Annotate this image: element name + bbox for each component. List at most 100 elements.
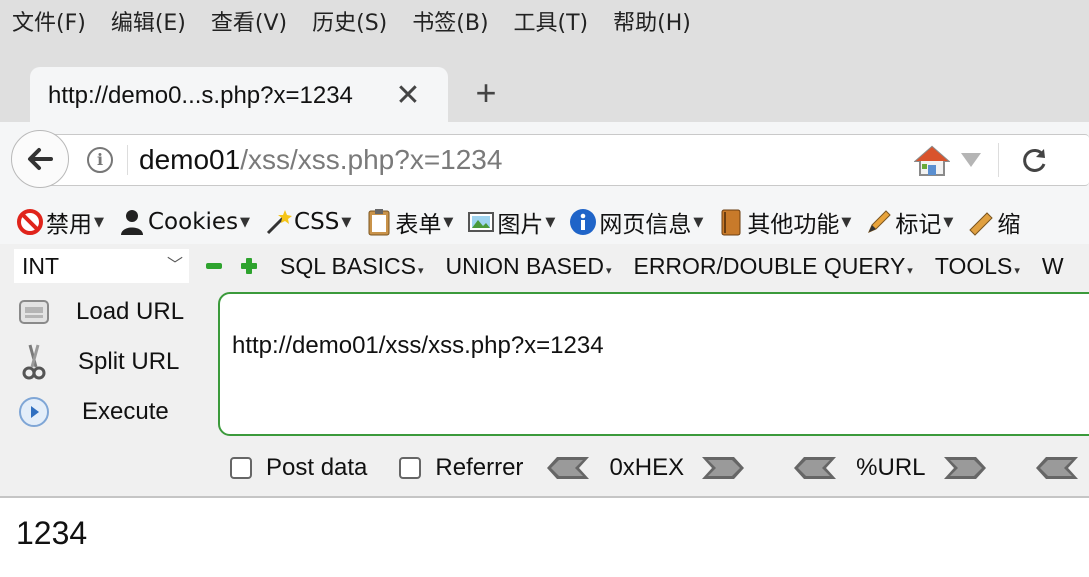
info-circle-icon [570, 209, 597, 235]
menu-help[interactable]: 帮助(H) [601, 5, 704, 37]
menu-tools[interactable]: TOOLS ▾ [935, 253, 1020, 280]
url-bar[interactable]: i demo01/xss/xss.php?x=1234 [40, 134, 1089, 186]
chevron-down-icon: ▼ [341, 214, 352, 230]
hackbar-panel: INT ﹀ SQL BASICS ▾ UNION BASED ▾ ERROR/DOU… [0, 244, 1089, 498]
menu-more[interactable]: W [1042, 253, 1064, 280]
chevron-down-icon: ▼ [443, 214, 454, 230]
close-icon[interactable]: ✕ [388, 81, 428, 111]
url-text[interactable]: demo01/xss/xss.php?x=1234 [139, 144, 502, 176]
execute-label: Execute [82, 398, 169, 425]
chevron-down-icon: ▾ [417, 264, 424, 277]
post-data-label: Post data [266, 454, 368, 481]
load-url-icon [14, 295, 54, 329]
play-icon [14, 395, 54, 429]
hex-decode-arrow-icon[interactable] [545, 455, 591, 481]
toolbar-misc[interactable]: 其他功能 ▼ [703, 205, 851, 239]
menu-sql-basics-label: SQL BASICS [280, 252, 416, 279]
scissors-icon [14, 344, 54, 380]
tab-strip: http://demo0...s.php?x=1234 ✕ + [0, 42, 1089, 125]
hex-encode-arrow-icon[interactable] [700, 455, 746, 481]
menu-bookmarks[interactable]: 书签(B) [400, 5, 501, 37]
page-output-text: 1234 [16, 515, 88, 551]
toolbar-cookies[interactable]: Cookies ▼ [104, 208, 250, 236]
url-host: demo01 [139, 144, 241, 175]
injection-type-value: INT [22, 253, 60, 279]
toolbar-misc-label: 其他功能 [747, 212, 840, 238]
toolbar-forms-label: 表单 [395, 212, 442, 238]
menu-tools[interactable]: 工具(T) [502, 5, 602, 37]
toolbar-images[interactable]: 图片 ▼ [453, 205, 555, 239]
load-url-button[interactable]: Load URL [14, 292, 214, 332]
toolbar-forms[interactable]: 表单 ▼ [351, 205, 453, 239]
tab-title: http://demo0...s.php?x=1234 [48, 82, 353, 109]
url-divider [998, 143, 999, 177]
magic-wand-icon [266, 210, 293, 235]
chevron-down-icon: ▼ [94, 214, 104, 230]
hackbar-menu: INT ﹀ SQL BASICS ▾ UNION BASED ▾ ERROR/DOU… [0, 244, 1089, 288]
toolbar-page-info-label: 网页信息 [599, 212, 692, 238]
toolbar-css[interactable]: CSS ▼ [250, 208, 351, 236]
menu-error-double-query[interactable]: ERROR/DOUBLE QUERY ▾ [633, 253, 912, 280]
plus-icon[interactable] [241, 258, 257, 274]
menu-history[interactable]: 历史(S) [300, 5, 400, 37]
chevron-down-icon: ▾ [605, 264, 612, 277]
back-arrow-icon [28, 148, 53, 170]
menu-union-based[interactable]: UNION BASED ▾ [445, 253, 611, 280]
next-decode-arrow-icon[interactable] [1034, 455, 1080, 481]
toolbar-disable[interactable]: 禁用 ▼ [0, 205, 104, 239]
toolbar-zoom[interactable]: 缩 [953, 205, 1020, 239]
home-icon[interactable] [913, 145, 951, 182]
chevron-down-icon: ▾ [1014, 264, 1020, 277]
chevron-down-icon: ▼ [545, 214, 556, 230]
menu-view[interactable]: 查看(V) [199, 5, 300, 37]
chevron-down-icon: ▼ [943, 214, 954, 230]
hex-label: 0xHEX [609, 454, 685, 481]
url-encode-arrow-icon[interactable] [942, 455, 988, 481]
post-data-checkbox[interactable] [230, 457, 252, 479]
referrer-checkbox[interactable] [399, 457, 422, 479]
url-label: %URL [856, 454, 926, 481]
hackbar-options: Post data Referrer 0xHEX %URL [0, 448, 1089, 488]
menu-bar: 文件(F) 编辑(E) 查看(V) 历史(S) 书签(B) 工具(T) 帮助(H… [0, 0, 1089, 42]
hackbar-menu-items: SQL BASICS ▾ UNION BASED ▾ ERROR/DOUBLE QU… [280, 244, 1086, 288]
info-icon[interactable]: i [87, 147, 113, 173]
referrer-label: Referrer [435, 454, 524, 481]
toolbar-cookies-label: Cookies [148, 209, 239, 235]
plus-icon: + [475, 72, 497, 113]
chevron-down-icon: ▼ [240, 214, 251, 230]
toolbar-images-label: 图片 [497, 212, 544, 238]
injection-type-select[interactable]: INT ﹀ [14, 249, 189, 283]
hackbar-actions: Load URL Split URL Execute [0, 292, 215, 442]
menu-sql-basics[interactable]: SQL BASICS ▾ [280, 253, 423, 280]
disable-icon [17, 209, 43, 235]
url-textarea[interactable]: http://demo01/xss/xss.php?x=1234 [218, 292, 1089, 436]
minus-icon[interactable] [206, 263, 222, 269]
url-textarea-value: http://demo01/xss/xss.php?x=1234 [232, 332, 604, 359]
clipboard-icon [368, 209, 390, 236]
new-tab-button[interactable]: + [468, 70, 504, 116]
url-divider [127, 145, 128, 175]
menu-file[interactable]: 文件(F) [0, 5, 99, 37]
reload-icon[interactable] [1019, 146, 1049, 181]
back-button[interactable] [11, 130, 69, 188]
menu-edit[interactable]: 编辑(E) [99, 5, 199, 37]
load-url-label: Load URL [76, 298, 185, 325]
person-icon [121, 210, 143, 235]
pencil-icon [868, 210, 892, 233]
toolbar-mark-label: 标记 [895, 212, 942, 238]
toolbar-page-info[interactable]: 网页信息 ▼ [555, 205, 703, 239]
browser-tab[interactable]: http://demo0...s.php?x=1234 ✕ [30, 67, 448, 125]
split-url-button[interactable]: Split URL [14, 342, 214, 382]
url-path: /xss/xss.php?x=1234 [240, 144, 503, 175]
ruler-icon [969, 212, 994, 236]
execute-button[interactable]: Execute [14, 392, 214, 432]
chevron-down-icon: ﹀ [166, 257, 183, 274]
url-decode-arrow-icon[interactable] [792, 455, 838, 481]
toolbar-mark[interactable]: 标记 ▼ [851, 205, 953, 239]
chevron-down-icon: ▼ [693, 214, 704, 230]
split-url-label: Split URL [78, 348, 180, 375]
navigation-bar: i demo01/xss/xss.php?x=1234 [0, 122, 1089, 200]
dropdown-arrow-icon[interactable] [961, 153, 981, 167]
chevron-down-icon: ▼ [841, 214, 852, 230]
menu-error-double-query-label: ERROR/DOUBLE QUERY [633, 252, 906, 279]
